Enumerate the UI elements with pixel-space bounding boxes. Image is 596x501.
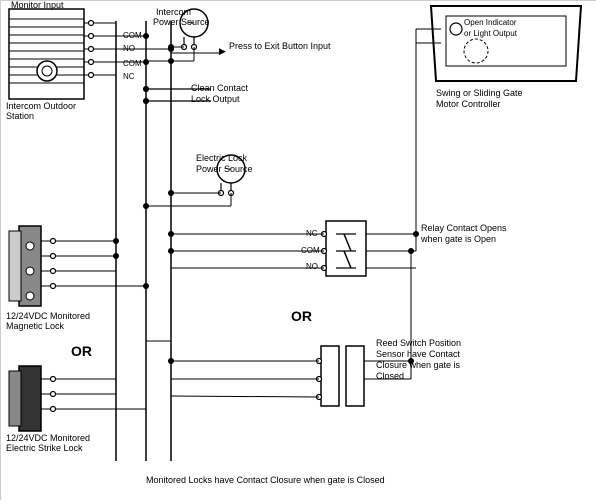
svg-text:Intercom: Intercom	[156, 7, 191, 17]
wiring-diagram: Monitor Input Intercom Outdoor Station ~…	[0, 0, 596, 500]
svg-text:NO: NO	[306, 262, 318, 271]
svg-text:OR: OR	[71, 343, 92, 359]
svg-text:Press to Exit Button Input: Press to Exit Button Input	[229, 41, 331, 51]
svg-text:Closed: Closed	[376, 371, 404, 381]
svg-text:OR: OR	[291, 308, 312, 324]
svg-text:12/24VDC Monitored: 12/24VDC Monitored	[6, 433, 90, 443]
svg-text:Clean Contact: Clean Contact	[191, 83, 249, 93]
svg-text:Station: Station	[6, 111, 34, 121]
svg-text:Power Source: Power Source	[153, 17, 210, 27]
svg-text:when gate is Open: when gate is Open	[420, 234, 496, 244]
svg-text:Monitored Locks have Contact C: Monitored Locks have Contact Closure whe…	[146, 475, 385, 485]
svg-text:Electric Lock: Electric Lock	[196, 153, 248, 163]
svg-text:NO: NO	[123, 44, 135, 53]
svg-text:Swing or Sliding Gate: Swing or Sliding Gate	[436, 88, 523, 98]
svg-text:Open Indicator: Open Indicator	[464, 18, 517, 27]
svg-text:Sensor have Contact: Sensor have Contact	[376, 349, 461, 359]
svg-text:Magnetic Lock: Magnetic Lock	[6, 321, 65, 331]
svg-text:Electric Strike Lock: Electric Strike Lock	[6, 443, 83, 453]
svg-text:Power Source: Power Source	[196, 164, 253, 174]
monitor-input-label: Monitor Input	[11, 1, 64, 10]
svg-text:NC: NC	[123, 72, 135, 81]
svg-text:Closure when gate is: Closure when gate is	[376, 360, 461, 370]
svg-text:COM: COM	[123, 31, 142, 40]
svg-text:Lock Output: Lock Output	[191, 94, 240, 104]
svg-text:Intercom Outdoor: Intercom Outdoor	[6, 101, 76, 111]
svg-text:Reed Switch Position: Reed Switch Position	[376, 338, 461, 348]
svg-text:COM: COM	[123, 59, 142, 68]
svg-text:Motor Controller: Motor Controller	[436, 99, 501, 109]
svg-text:▶: ▶	[219, 46, 226, 56]
svg-text:12/24VDC Monitored: 12/24VDC Monitored	[6, 311, 90, 321]
svg-text:or Light Output: or Light Output	[464, 29, 518, 38]
svg-text:Relay Contact Opens: Relay Contact Opens	[421, 223, 507, 233]
